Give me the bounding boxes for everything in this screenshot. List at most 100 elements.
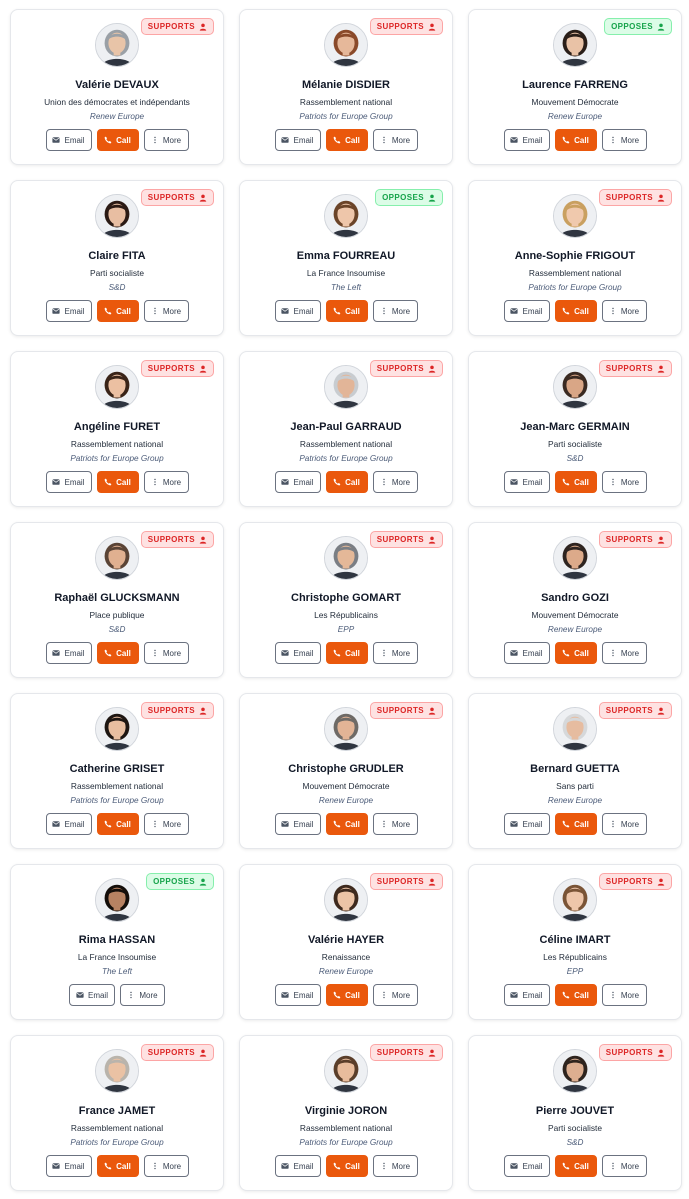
call-button[interactable]: Call — [554, 642, 597, 664]
stance-label: SUPPORTS — [147, 364, 195, 373]
email-button-label: Email — [293, 477, 314, 487]
more-button[interactable]: More — [143, 471, 189, 493]
more-button[interactable]: More — [372, 300, 418, 322]
email-button[interactable]: Email — [69, 984, 115, 1006]
mep-name: Bernard GUETTA — [530, 763, 620, 775]
mep-group: Patriots for Europe Group — [70, 796, 164, 805]
call-button-label: Call — [116, 135, 131, 145]
call-button[interactable]: Call — [96, 1155, 139, 1177]
call-button[interactable]: Call — [96, 642, 139, 664]
card-actions: Email Call More — [274, 642, 418, 664]
phone-icon — [562, 478, 570, 486]
mail-icon — [52, 308, 61, 314]
call-button[interactable]: Call — [554, 813, 597, 835]
more-button[interactable]: More — [601, 813, 647, 835]
call-button[interactable]: Call — [96, 813, 139, 835]
email-button[interactable]: Email — [274, 1155, 321, 1177]
more-button[interactable]: More — [143, 642, 189, 664]
call-button[interactable]: Call — [325, 300, 368, 322]
more-button[interactable]: More — [372, 984, 418, 1006]
more-button[interactable]: More — [601, 300, 647, 322]
call-button[interactable]: Call — [325, 813, 368, 835]
stance-badge: SUPPORTS — [598, 531, 672, 548]
stance-badge: SUPPORTS — [140, 18, 214, 35]
mep-group: Patriots for Europe Group — [299, 112, 393, 121]
more-button[interactable]: More — [372, 129, 418, 151]
more-button-label: More — [162, 135, 182, 145]
more-button[interactable]: More — [143, 300, 189, 322]
phone-icon — [562, 136, 570, 144]
email-button[interactable]: Email — [503, 300, 550, 322]
more-button[interactable]: More — [601, 984, 647, 1006]
more-button-label: More — [620, 1161, 640, 1171]
email-button[interactable]: Email — [274, 813, 321, 835]
email-button[interactable]: Email — [45, 642, 92, 664]
card-actions: Email Call More — [274, 1155, 418, 1177]
email-button[interactable]: Email — [274, 471, 321, 493]
call-button[interactable]: Call — [554, 1155, 597, 1177]
email-button[interactable]: Email — [503, 984, 550, 1006]
more-button-label: More — [162, 648, 182, 658]
email-button[interactable]: Email — [503, 471, 550, 493]
call-button[interactable]: Call — [325, 984, 368, 1006]
more-button[interactable]: More — [143, 1155, 189, 1177]
email-button[interactable]: Email — [503, 129, 550, 151]
call-button[interactable]: Call — [96, 471, 139, 493]
mail-icon — [281, 821, 290, 827]
call-button[interactable]: Call — [554, 300, 597, 322]
mep-card: SUPPORTS Pierre JOUVET Parti socialiste … — [468, 1035, 682, 1191]
mep-name: Christophe GRUDLER — [288, 763, 404, 775]
call-button[interactable]: Call — [325, 1155, 368, 1177]
mep-party: Rassemblement national — [299, 439, 393, 449]
more-vertical-icon — [154, 136, 156, 144]
phone-icon — [333, 649, 341, 657]
call-button-label: Call — [574, 477, 589, 487]
call-button[interactable]: Call — [554, 129, 597, 151]
email-button[interactable]: Email — [274, 300, 321, 322]
phone-icon — [562, 1162, 570, 1170]
email-button[interactable]: Email — [45, 129, 92, 151]
email-button[interactable]: Email — [45, 1155, 92, 1177]
call-button[interactable]: Call — [554, 984, 597, 1006]
avatar — [553, 1049, 597, 1093]
email-button[interactable]: Email — [503, 642, 550, 664]
stance-label: SUPPORTS — [605, 877, 653, 886]
mep-name: Sandro GOZI — [541, 592, 609, 604]
email-button[interactable]: Email — [45, 471, 92, 493]
more-button[interactable]: More — [372, 471, 418, 493]
more-button[interactable]: More — [372, 1155, 418, 1177]
more-button-label: More — [391, 135, 411, 145]
call-button[interactable]: Call — [96, 129, 139, 151]
call-button-label: Call — [345, 1161, 360, 1171]
email-button[interactable]: Email — [274, 129, 321, 151]
email-button[interactable]: Email — [45, 813, 92, 835]
email-button[interactable]: Email — [503, 1155, 550, 1177]
more-button[interactable]: More — [143, 813, 189, 835]
call-button[interactable]: Call — [96, 300, 139, 322]
mep-card: SUPPORTS Catherine GRISET Rassemblement … — [10, 693, 224, 849]
email-button[interactable]: Email — [274, 984, 321, 1006]
person-icon — [428, 194, 436, 202]
call-button-label: Call — [574, 306, 589, 316]
mep-party: Mouvement Démocrate — [531, 610, 619, 620]
more-button[interactable]: More — [372, 642, 418, 664]
call-button[interactable]: Call — [325, 129, 368, 151]
call-button[interactable]: Call — [325, 471, 368, 493]
more-button[interactable]: More — [601, 1155, 647, 1177]
stance-badge: SUPPORTS — [598, 873, 672, 890]
call-button[interactable]: Call — [554, 471, 597, 493]
more-button-label: More — [391, 819, 411, 829]
mep-group: S&D — [566, 454, 584, 463]
email-button[interactable]: Email — [503, 813, 550, 835]
card-actions: Email Call More — [503, 1155, 647, 1177]
email-button[interactable]: Email — [274, 642, 321, 664]
more-button[interactable]: More — [143, 129, 189, 151]
portrait-image — [96, 366, 138, 408]
more-button[interactable]: More — [601, 129, 647, 151]
email-button[interactable]: Email — [45, 300, 92, 322]
more-button[interactable]: More — [372, 813, 418, 835]
call-button[interactable]: Call — [325, 642, 368, 664]
more-button[interactable]: More — [601, 642, 647, 664]
more-button[interactable]: More — [120, 984, 165, 1006]
more-button[interactable]: More — [601, 471, 647, 493]
